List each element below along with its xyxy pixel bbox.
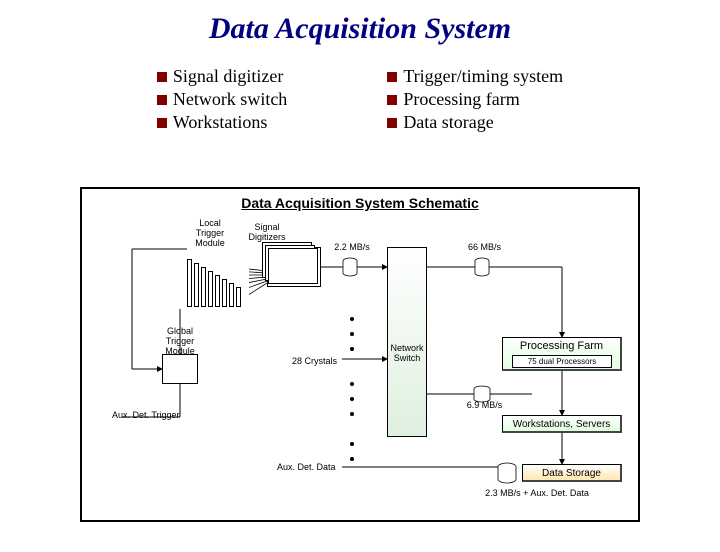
bullets-right: Trigger/timing system Processing farm Da…	[387, 66, 563, 133]
label-rate-22: 2.2 MB/s	[332, 243, 372, 253]
label-global-trigger: GlobalTriggerModule	[160, 327, 200, 357]
bullet-columns: Signal digitizer Network switch Workstat…	[0, 66, 720, 133]
workstations-box: Workstations, Servers	[502, 415, 622, 433]
schematic-frame: Data Acquisition System Schematic	[80, 187, 640, 522]
bullet-item: Workstations	[173, 112, 268, 133]
global-trigger-box	[162, 354, 198, 384]
bullet-item: Signal digitizer	[173, 66, 283, 87]
label-n-crystals: 28 Crystals	[287, 357, 342, 367]
processors-box: 75 dual Processors	[512, 355, 612, 368]
label-aux-trigger: Aux. Det. Trigger	[112, 411, 192, 421]
bullet-item: Processing farm	[403, 89, 519, 110]
bullet-item: Trigger/timing system	[403, 66, 563, 87]
bullets-left: Signal digitizer Network switch Workstat…	[157, 66, 287, 133]
digitizer-box	[267, 247, 321, 287]
crystals-icon	[187, 259, 249, 307]
label-rate-69: 6.9 MB/s	[462, 401, 507, 411]
label-network-switch: NetworkSwitch	[387, 344, 427, 364]
network-switch-box	[387, 247, 427, 437]
label-aux-data: Aux. Det. Data	[277, 463, 347, 473]
data-storage-box: Data Storage	[522, 464, 622, 482]
label-rate-23: 2.3 MB/s + Aux. Det. Data	[472, 489, 602, 499]
label-signal-digitizers: SignalDigitizers	[242, 223, 292, 243]
label-rate-66: 66 MB/s	[462, 243, 507, 253]
bullet-item: Data storage	[403, 112, 493, 133]
page-title: Data Acquisition System	[0, 12, 720, 46]
bullet-item: Network switch	[173, 89, 287, 110]
label-local-trigger: LocalTriggerModule	[190, 219, 230, 249]
